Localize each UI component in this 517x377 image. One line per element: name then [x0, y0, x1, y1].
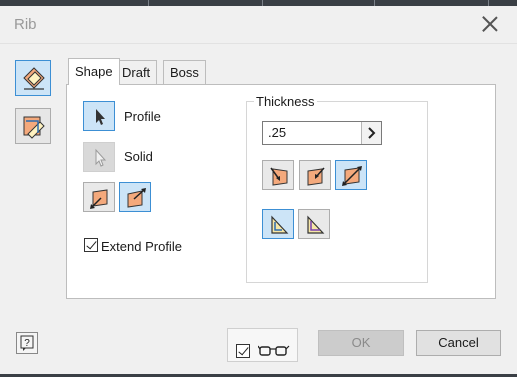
thickness-symmetric-icon [342, 166, 362, 186]
thickness-value: .25 [268, 125, 287, 140]
extent-to-next-icon [307, 215, 325, 234]
thickness-symmetric-button[interactable] [335, 160, 367, 190]
tab-draft[interactable]: Draft [115, 60, 158, 84]
help-button[interactable]: ? [16, 332, 38, 354]
rib-direction-parallel-icon [90, 189, 108, 209]
rib-direction-normal-icon [127, 188, 146, 208]
preview-checkbox[interactable] [236, 344, 250, 358]
extend-profile-checkbox[interactable] [84, 238, 98, 252]
web-mode-button[interactable] [15, 108, 51, 144]
profile-select-button[interactable] [83, 101, 115, 131]
thickness-side2-button[interactable] [299, 160, 331, 190]
rib-icon [23, 67, 45, 90]
thickness-side1-button[interactable] [262, 160, 294, 190]
direction-parallel-button[interactable] [83, 182, 115, 212]
cursor-arrow-icon [95, 148, 107, 167]
finite-extent-button[interactable] [262, 209, 294, 239]
title-bar: Rib [0, 6, 517, 44]
cancel-button[interactable]: Cancel [416, 330, 501, 356]
solid-label: Solid [124, 149, 153, 164]
eyeglasses-icon [258, 345, 290, 356]
solid-select-button[interactable] [83, 142, 115, 172]
thickness-side1-icon [270, 167, 288, 186]
chevron-right-icon[interactable] [361, 122, 381, 144]
to-next-extent-button[interactable] [298, 209, 330, 239]
tab-boss[interactable]: Boss [163, 60, 206, 84]
preview-toggle[interactable] [227, 328, 298, 362]
web-icon [23, 116, 45, 139]
direction-normal-button[interactable] [119, 182, 151, 212]
help-icon: ? [20, 335, 34, 351]
thickness-group-title: Thickness [254, 94, 317, 109]
thickness-input[interactable]: .25 [262, 121, 382, 145]
cursor-arrow-icon [96, 109, 105, 125]
rib-mode-button[interactable] [15, 60, 51, 96]
profile-label: Profile [124, 109, 161, 124]
tab-shape[interactable]: Shape [68, 58, 120, 85]
extend-profile-label: Extend Profile [101, 239, 182, 254]
close-icon[interactable] [481, 15, 499, 33]
extent-finite-icon [271, 215, 289, 234]
thickness-side2-icon [307, 167, 325, 186]
dialog-title: Rib [14, 16, 37, 33]
ok-button[interactable]: OK [318, 330, 404, 356]
svg-text:?: ? [24, 338, 30, 349]
